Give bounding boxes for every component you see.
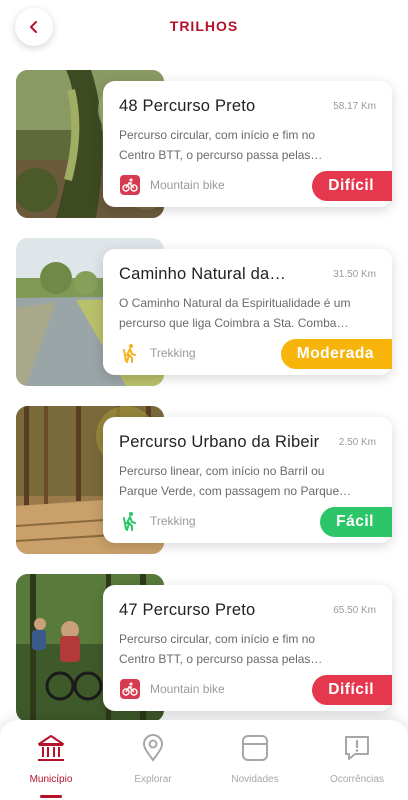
nav-label: Novidades	[231, 774, 279, 785]
trail-card[interactable]: 48 Percurso Preto 58.17 Km Percurso circ…	[103, 81, 392, 207]
nav-item-ocorrencias[interactable]: Ocorrências	[306, 732, 408, 785]
trail-type-label: Trekking	[150, 346, 196, 360]
nav-label: Explorar	[134, 774, 172, 785]
trail-distance: 58.17 Km	[333, 101, 376, 112]
trail-description: Percurso linear, com início no Barril ou…	[119, 464, 352, 498]
bottom-nav: Município Explorar Novidades Ocorrências	[0, 720, 408, 800]
mountain-bike-icon	[119, 678, 141, 700]
trail-description: Percurso circular, com início e fim no C…	[119, 632, 323, 666]
nav-item-explorar[interactable]: Explorar	[102, 732, 204, 785]
trail-title: 48 Percurso Preto	[119, 97, 256, 115]
trail-type-label: Trekking	[150, 514, 196, 528]
nav-item-novidades[interactable]: Novidades	[204, 732, 306, 785]
trail-item[interactable]: 48 Percurso Preto 58.17 Km Percurso circ…	[0, 70, 408, 220]
trail-item[interactable]: 47 Percurso Preto 65.50 Km Percurso circ…	[0, 574, 408, 724]
trail-type: Trekking	[119, 510, 196, 532]
trail-type-label: Mountain bike	[150, 682, 225, 696]
trail-card[interactable]: Caminho Natural da… 31.50 Km O Caminho N…	[103, 249, 392, 375]
trail-distance: 65.50 Km	[333, 605, 376, 616]
trail-title: Caminho Natural da…	[119, 265, 287, 283]
trail-item[interactable]: Percurso Urbano da Ribeir… 2.50 Km Percu…	[0, 406, 408, 556]
difficulty-badge: Moderada	[280, 339, 392, 369]
trail-type: Mountain bike	[119, 678, 225, 700]
difficulty-badge: Difícil	[312, 171, 392, 201]
map-pin-icon	[102, 732, 204, 764]
header: TRILHOS	[0, 0, 408, 56]
trekking-icon	[119, 510, 141, 532]
trail-card[interactable]: Percurso Urbano da Ribeir… 2.50 Km Percu…	[103, 417, 392, 543]
trail-type: Trekking	[119, 342, 196, 364]
nav-item-municipio[interactable]: Município	[0, 732, 102, 785]
news-icon	[204, 732, 306, 764]
mountain-bike-icon	[119, 174, 141, 196]
trail-title: 47 Percurso Preto	[119, 601, 256, 619]
trail-card[interactable]: 47 Percurso Preto 65.50 Km Percurso circ…	[103, 585, 392, 711]
trail-title: Percurso Urbano da Ribeir…	[119, 433, 319, 451]
trail-item[interactable]: Caminho Natural da… 31.50 Km O Caminho N…	[0, 238, 408, 388]
trail-distance: 31.50 Km	[333, 269, 376, 280]
difficulty-badge: Fácil	[320, 507, 392, 537]
trail-distance: 2.50 Km	[338, 437, 376, 448]
active-indicator	[40, 795, 62, 798]
nav-label: Município	[29, 774, 73, 785]
trail-description: Percurso circular, com início e fim no C…	[119, 128, 323, 162]
municipality-icon	[0, 732, 102, 764]
trekking-icon	[119, 342, 141, 364]
trail-description: O Caminho Natural da Espiritualidade é u…	[119, 296, 351, 330]
trail-type: Mountain bike	[119, 174, 225, 196]
page-title: TRILHOS	[169, 18, 239, 34]
nav-label: Ocorrências	[330, 774, 384, 785]
trail-type-label: Mountain bike	[150, 178, 225, 192]
difficulty-badge: Difícil	[312, 675, 392, 705]
report-icon	[306, 732, 408, 764]
